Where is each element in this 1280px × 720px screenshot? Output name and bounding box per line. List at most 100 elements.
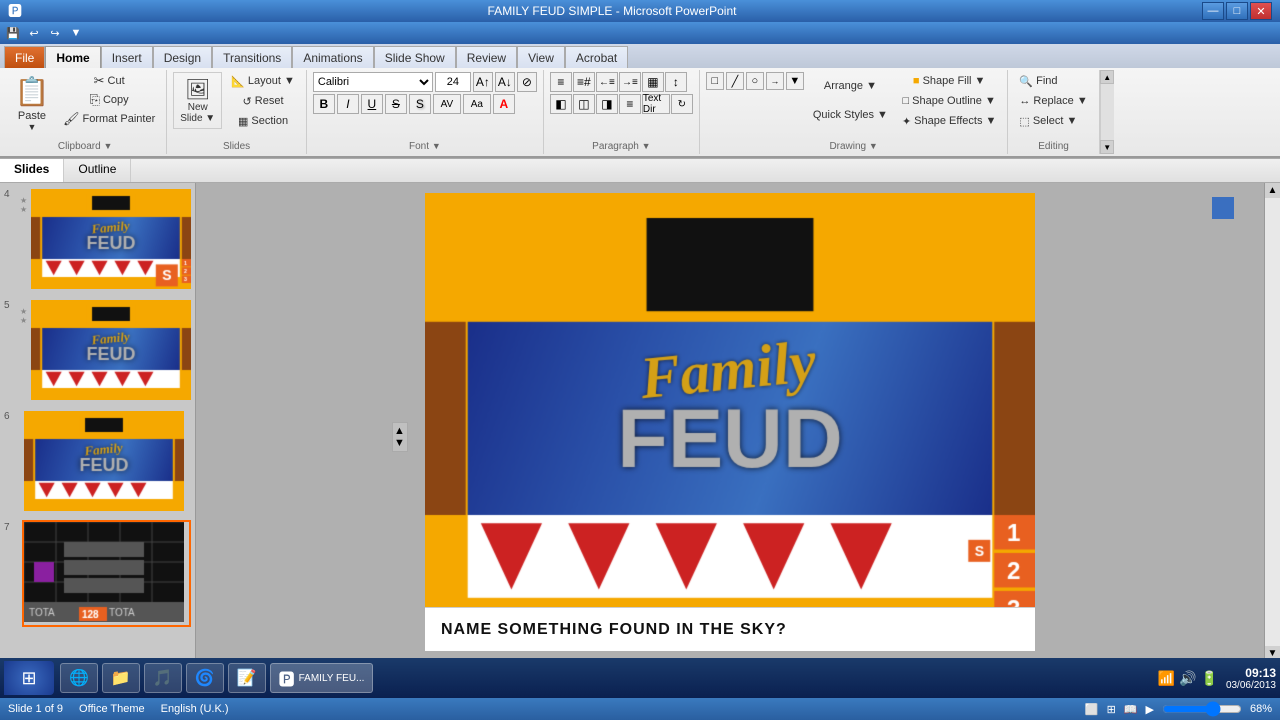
new-slide-button[interactable]: 🖼 NewSlide ▼	[176, 75, 219, 126]
increase-font-button[interactable]: A↑	[473, 72, 493, 92]
slide-panel: 4 ★★ 5 ★★ 6	[0, 183, 196, 661]
time-display: 09:13	[1226, 666, 1276, 680]
slide-thumbnail-5[interactable]: 5 ★★	[4, 298, 191, 405]
italic-button[interactable]: I	[337, 94, 359, 114]
decrease-indent-button[interactable]: ←≡	[596, 72, 618, 92]
redo-qat-button[interactable]: ↪	[46, 24, 64, 42]
char-spacing-button[interactable]: AV	[433, 94, 461, 114]
reset-button[interactable]: ↺Reset	[226, 92, 300, 110]
ribbon-scrollbar[interactable]: ▲ ▼	[1100, 70, 1114, 154]
statusbar: Slide 1 of 9 Office Theme English (U.K.)…	[0, 698, 1280, 720]
replace-button[interactable]: ↔Replace ▼	[1014, 92, 1092, 110]
tab-animations[interactable]: Animations	[292, 46, 373, 68]
convert-smartart-button[interactable]: ↻	[671, 94, 693, 114]
strikethrough-button[interactable]: S	[385, 94, 407, 114]
editing-group: 🔍Find ↔Replace ▼ ⬚Select ▼ Editing	[1008, 70, 1099, 154]
decrease-font-button[interactable]: A↓	[495, 72, 515, 92]
slide-thumbnail-4[interactable]: 4 ★★	[4, 187, 191, 294]
paste-button[interactable]: 📋 Paste ▼	[10, 72, 54, 134]
shape-oval-button[interactable]: ○	[746, 72, 764, 90]
change-case-button[interactable]: Aa	[463, 94, 491, 114]
tab-transitions[interactable]: Transitions	[212, 46, 292, 68]
line-spacing-button[interactable]: ↕	[665, 72, 687, 92]
shape-line-button[interactable]: ╱	[726, 72, 744, 90]
align-right-button[interactable]: ◨	[596, 94, 618, 114]
clock: 09:13 03/06/2013	[1226, 666, 1276, 691]
text-shadow-button[interactable]: S	[409, 94, 431, 114]
arrange-button[interactable]: Arrange ▼	[808, 72, 893, 100]
slides-group: 🖼 NewSlide ▼ 📐Layout ▼ ↺Reset ▦Section	[167, 70, 307, 154]
scroll-up-button[interactable]: ▲	[1265, 183, 1280, 198]
section-button[interactable]: ▦Section	[226, 112, 300, 130]
ribbon-scroll-down[interactable]: ▼	[1100, 140, 1114, 154]
qat-more-button[interactable]: ▼	[67, 24, 85, 42]
minimize-button[interactable]: —	[1202, 2, 1224, 20]
bold-button[interactable]: B	[313, 94, 335, 114]
taskbar-powerpoint[interactable]: 🅿 FAMILY FEU...	[270, 663, 374, 693]
undo-qat-button[interactable]: ↩	[25, 24, 43, 42]
cut-button[interactable]: ✂ Cut	[58, 72, 160, 90]
justify-button[interactable]: ≡	[619, 94, 641, 114]
tab-file[interactable]: File	[4, 46, 45, 68]
font-color-button[interactable]: A	[493, 94, 515, 114]
align-left-button[interactable]: ◧	[550, 94, 572, 114]
slide-thumbnail-6[interactable]: 6	[4, 409, 191, 516]
clear-format-button[interactable]: ⊘	[517, 72, 537, 92]
shapes-more-button[interactable]: ▼	[786, 72, 804, 90]
zoom-slider[interactable]	[1162, 701, 1242, 717]
view-normal-button[interactable]: ⬜	[1085, 703, 1099, 716]
right-scrollbar[interactable]: ▲ ▼	[1264, 183, 1280, 661]
save-qat-button[interactable]: 💾	[4, 24, 22, 42]
shape-fill-button[interactable]: ■Shape Fill ▼	[897, 72, 1001, 90]
left-scroll[interactable]: ▲▼	[392, 422, 408, 452]
tab-home[interactable]: Home	[45, 46, 100, 68]
taskbar-notepad[interactable]: 📝	[228, 663, 266, 693]
taskbar-media[interactable]: 🎵	[144, 663, 182, 693]
slides-tab[interactable]: Slides	[0, 159, 64, 182]
text-direction-button[interactable]: Text Dir	[642, 94, 670, 114]
bullets-button[interactable]: ≡	[550, 72, 572, 92]
window-controls[interactable]: — □ ✕	[1202, 2, 1272, 20]
underline-button[interactable]: U	[361, 94, 383, 114]
ribbon-scroll-up[interactable]: ▲	[1100, 70, 1114, 84]
view-reading-button[interactable]: 📖	[1124, 703, 1138, 716]
tab-insert[interactable]: Insert	[101, 46, 153, 68]
slide-thumbnail-7[interactable]: 7	[4, 520, 191, 627]
align-center-button[interactable]: ◫	[573, 94, 595, 114]
slide-info: Slide 1 of 9	[8, 703, 63, 715]
close-button[interactable]: ✕	[1250, 2, 1272, 20]
shape-effects-button[interactable]: ✦Shape Effects ▼	[897, 112, 1001, 130]
columns-button[interactable]: ▦	[642, 72, 664, 92]
format-painter-button[interactable]: 🖌 Format Painter	[58, 110, 160, 128]
numbered-button[interactable]: ≡#	[573, 72, 595, 92]
shape-arrow-button[interactable]: →	[766, 72, 784, 90]
tab-slideshow[interactable]: Slide Show	[374, 46, 456, 68]
font-name-select[interactable]: Calibri	[313, 72, 433, 92]
shape-rect-button[interactable]: □	[706, 72, 724, 90]
window-title: FAMILY FEUD SIMPLE - Microsoft PowerPoin…	[488, 4, 737, 18]
taskbar-ie[interactable]: 🌐	[60, 663, 98, 693]
taskbar-folder[interactable]: 📁	[102, 663, 140, 693]
font-size-input[interactable]	[435, 72, 471, 92]
ribbon: File Home Insert Design Transitions Anim…	[0, 44, 1280, 159]
shape-outline-button[interactable]: □Shape Outline ▼	[897, 92, 1001, 110]
find-button[interactable]: 🔍Find	[1014, 72, 1062, 90]
select-button[interactable]: ⬚Select ▼	[1014, 112, 1082, 130]
tab-design[interactable]: Design	[153, 46, 212, 68]
font-group: Calibri A↑ A↓ ⊘ B I U S S AV Aa A	[307, 70, 544, 154]
view-slide-sorter-button[interactable]: ⊞	[1107, 703, 1116, 716]
tab-acrobat[interactable]: Acrobat	[565, 46, 628, 68]
maximize-button[interactable]: □	[1226, 2, 1248, 20]
tab-view[interactable]: View	[517, 46, 565, 68]
quick-styles-button[interactable]: Quick Styles ▼	[808, 101, 893, 129]
start-button[interactable]: ⊞	[4, 661, 54, 695]
taskbar-chrome[interactable]: 🌀	[186, 663, 224, 693]
tray-icons: 📶 🔊 🔋	[1158, 670, 1218, 687]
increase-indent-button[interactable]: →≡	[619, 72, 641, 92]
tab-review[interactable]: Review	[456, 46, 517, 68]
outline-tab[interactable]: Outline	[64, 159, 131, 182]
layout-button[interactable]: 📐Layout ▼	[226, 72, 300, 90]
copy-button[interactable]: ⎘ Copy	[58, 91, 160, 109]
view-slideshow-button[interactable]: ▶	[1146, 703, 1154, 716]
slide-canvas[interactable]	[425, 193, 1035, 607]
